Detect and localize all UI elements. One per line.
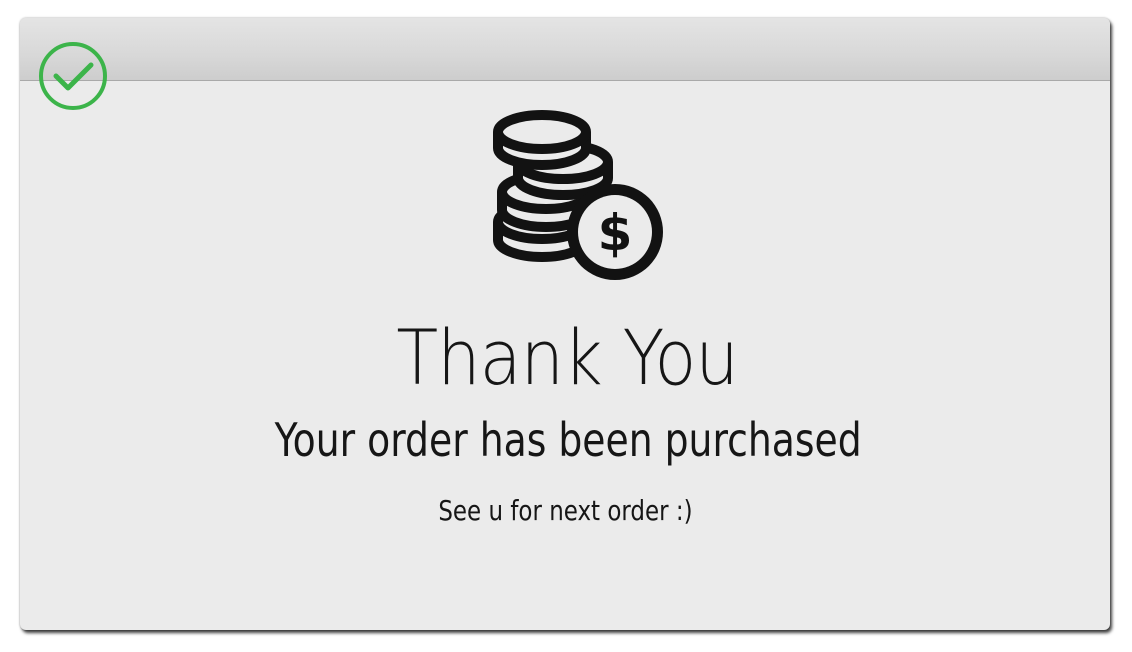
thank-you-title: Thank You: [396, 313, 738, 402]
check-circle-icon: [39, 42, 107, 110]
order-confirmation-message: Your order has been purchased: [274, 413, 862, 467]
svg-text:$: $: [598, 204, 633, 262]
farewell-note: See u for next order :): [438, 494, 693, 527]
coins-dollar-icon: $: [493, 110, 663, 280]
dialog-titlebar: [20, 18, 1110, 81]
